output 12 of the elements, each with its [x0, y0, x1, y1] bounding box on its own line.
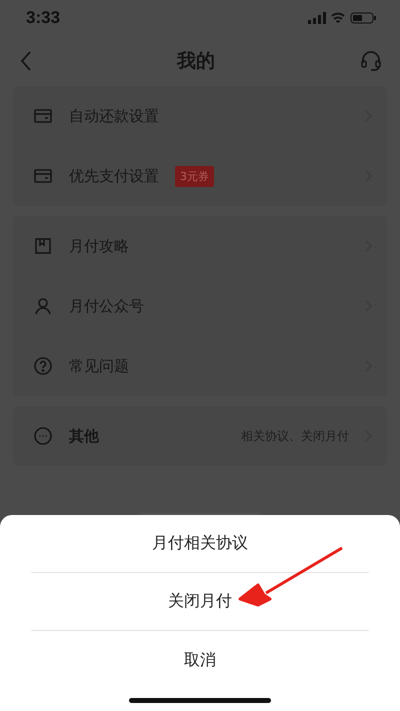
help-icon — [33, 356, 53, 376]
headset-icon[interactable] — [360, 50, 382, 72]
status-time: 3:33 — [26, 8, 60, 28]
back-icon[interactable] — [20, 51, 32, 71]
card-icon — [33, 166, 53, 186]
more-icon — [33, 426, 53, 446]
cancel-button[interactable]: 取消 — [31, 631, 369, 689]
person-icon — [33, 296, 53, 316]
card-icon — [33, 106, 53, 126]
coupon-badge: 3元券 — [175, 166, 214, 186]
status-icons-drawing — [308, 11, 378, 25]
bookmark-icon — [33, 236, 53, 256]
